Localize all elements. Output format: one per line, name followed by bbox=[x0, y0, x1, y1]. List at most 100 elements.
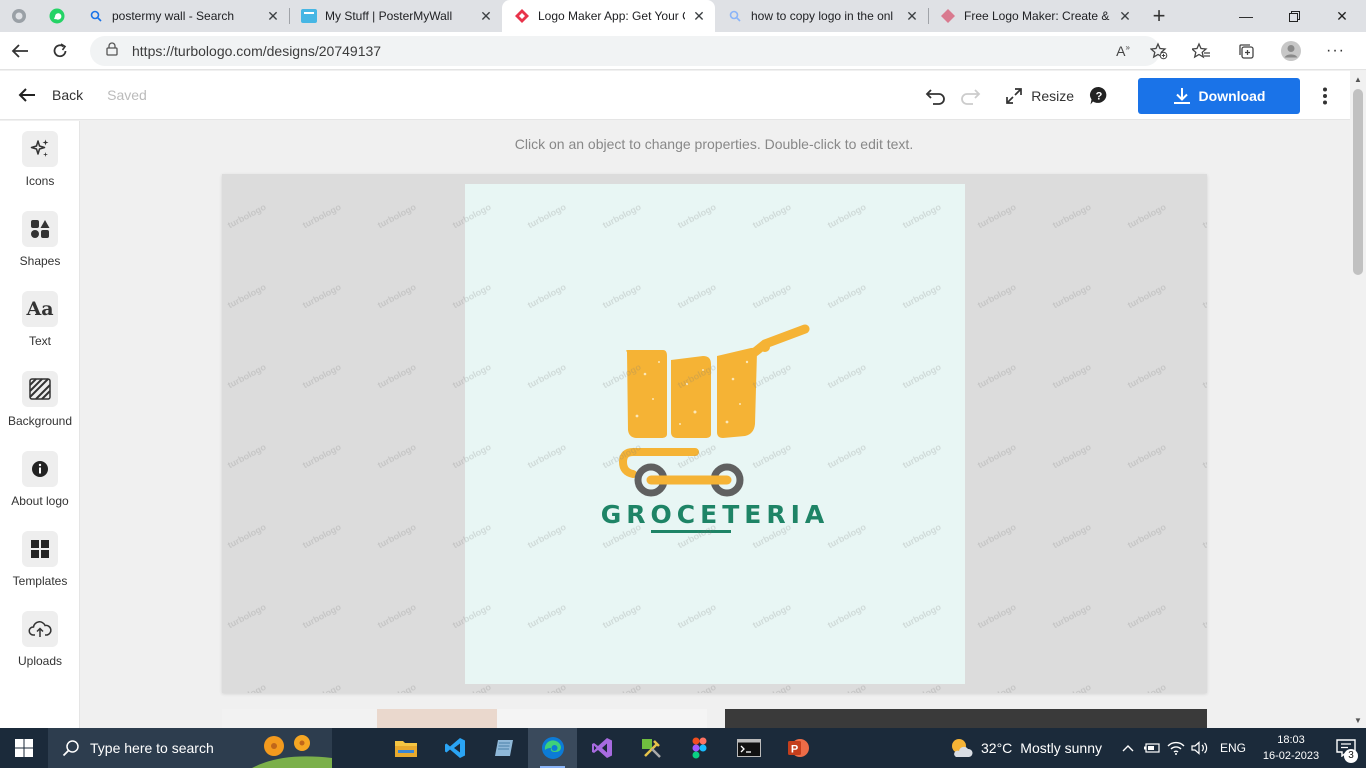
undo-icon bbox=[925, 88, 946, 105]
restore-button[interactable] bbox=[1270, 0, 1318, 32]
show-hidden-icons-chevron-icon[interactable] bbox=[1116, 744, 1140, 752]
sidebar-item-about-logo[interactable]: About logo bbox=[0, 451, 80, 508]
browser-back-button[interactable] bbox=[0, 35, 40, 67]
scroll-up-arrow[interactable]: ▲ bbox=[1350, 71, 1366, 87]
browser-tab[interactable]: how to copy logo in the onl ✕ bbox=[715, 0, 928, 32]
template-thumbnail[interactable] bbox=[725, 709, 1207, 729]
template-thumbnail[interactable] bbox=[377, 709, 497, 729]
svg-text:?: ? bbox=[1096, 90, 1103, 102]
browser-tab[interactable]: My Stuff | PosterMyWall ✕ bbox=[289, 0, 502, 32]
redo-button[interactable] bbox=[953, 87, 987, 105]
logo-underline[interactable] bbox=[651, 530, 731, 533]
taskbar-visual-studio[interactable] bbox=[577, 728, 626, 768]
more-options-button[interactable] bbox=[1300, 87, 1350, 105]
taskbar-search[interactable]: Type here to search bbox=[48, 728, 332, 768]
browser-menu-icon[interactable]: ··· bbox=[1313, 42, 1358, 60]
taskbar-edge[interactable] bbox=[528, 728, 577, 768]
page-scrollbar[interactable]: ▲ ▼ bbox=[1350, 71, 1366, 728]
sidebar-item-text[interactable]: Aa Text bbox=[0, 291, 80, 348]
template-thumbnail[interactable] bbox=[222, 709, 377, 729]
taskbar-powerpoint[interactable]: P bbox=[773, 728, 822, 768]
sidebar-item-label: Text bbox=[28, 334, 51, 348]
download-icon bbox=[1173, 87, 1190, 104]
address-bar[interactable]: https://turbologo.com/designs/20749137 bbox=[90, 35, 1160, 66]
weather-widget[interactable]: 32°C Mostly sunny bbox=[949, 737, 1102, 759]
start-button[interactable] bbox=[0, 728, 48, 768]
close-tab-icon[interactable]: ✕ bbox=[478, 8, 494, 25]
volume-icon[interactable] bbox=[1188, 741, 1212, 755]
template-thumbnail[interactable] bbox=[497, 709, 707, 729]
whatsapp-icon bbox=[49, 8, 65, 24]
favorites-icon[interactable] bbox=[1178, 42, 1223, 60]
close-tab-icon[interactable]: ✕ bbox=[265, 8, 281, 25]
svg-text:P: P bbox=[790, 744, 797, 756]
browser-tab[interactable]: postermy wall - Search ✕ bbox=[76, 0, 289, 32]
grocery-cart-logo-icon[interactable] bbox=[465, 184, 965, 684]
tab-title: Free Logo Maker: Create & bbox=[964, 9, 1110, 23]
logo-text[interactable]: GROCETERIA bbox=[465, 500, 965, 529]
sidebar-item-icons[interactable]: Icons bbox=[0, 131, 80, 188]
sidebar-item-label: Uploads bbox=[17, 654, 63, 668]
clock-date: 16-02-2023 bbox=[1262, 750, 1320, 762]
sidebar-item-templates[interactable]: Templates bbox=[0, 531, 80, 588]
search-icon bbox=[62, 740, 79, 757]
windows-logo-icon bbox=[15, 739, 33, 757]
wifi-icon[interactable] bbox=[1164, 741, 1188, 755]
add-favorite-icon[interactable] bbox=[1141, 42, 1177, 60]
refresh-button[interactable] bbox=[40, 35, 80, 67]
browser-tab-active[interactable]: Logo Maker App: Get Your C ✕ bbox=[502, 0, 715, 32]
more-vertical-icon bbox=[1323, 87, 1327, 104]
terminal-icon bbox=[736, 739, 761, 757]
templates-icon bbox=[22, 531, 58, 567]
pinned-tab-whatsapp[interactable] bbox=[38, 0, 76, 32]
partly-sunny-icon bbox=[952, 739, 973, 757]
flower-search-highlight-icon bbox=[252, 735, 332, 768]
notification-center-button[interactable]: 3 bbox=[1326, 739, 1366, 763]
close-tab-icon[interactable]: ✕ bbox=[1117, 8, 1133, 25]
lock-icon bbox=[106, 42, 118, 59]
sidebar-item-background[interactable]: Background bbox=[0, 371, 80, 428]
system-tray: 32°C Mostly sunny ENG 18:03 16-02-2023 3 bbox=[949, 728, 1366, 768]
search-icon bbox=[727, 8, 743, 24]
pinned-tab-1[interactable] bbox=[0, 0, 38, 32]
sidebar-item-shapes[interactable]: Shapes bbox=[0, 211, 80, 268]
taskbar-tools-app[interactable] bbox=[626, 728, 675, 768]
taskbar-notepad-app[interactable] bbox=[479, 728, 528, 768]
taskbar-file-explorer[interactable] bbox=[381, 728, 430, 768]
battery-icon[interactable] bbox=[1140, 742, 1164, 754]
resize-button[interactable]: Resize bbox=[1005, 87, 1074, 105]
back-button[interactable]: Back bbox=[18, 87, 83, 103]
close-tab-icon[interactable]: ✕ bbox=[904, 8, 920, 25]
profile-avatar[interactable] bbox=[1268, 40, 1313, 62]
browser-tab[interactable]: Free Logo Maker: Create & ✕ bbox=[928, 0, 1141, 32]
design-canvas[interactable]: GROCETERIA turbologo bbox=[222, 174, 1207, 693]
collections-icon[interactable] bbox=[1223, 42, 1268, 60]
taskbar-terminal[interactable] bbox=[724, 728, 773, 768]
sidebar-item-uploads[interactable]: Uploads bbox=[0, 611, 80, 668]
taskbar-figma[interactable] bbox=[675, 728, 724, 768]
scroll-down-arrow[interactable]: ▼ bbox=[1350, 712, 1366, 728]
close-window-button[interactable]: ✕ bbox=[1318, 0, 1366, 32]
close-tab-icon[interactable]: ✕ bbox=[691, 8, 707, 25]
tab-title: how to copy logo in the onl bbox=[751, 9, 894, 23]
minimize-button[interactable]: — bbox=[1222, 0, 1270, 32]
taskbar-task-view[interactable] bbox=[332, 728, 381, 768]
new-tab-button[interactable]: + bbox=[1141, 0, 1177, 32]
language-indicator[interactable]: ENG bbox=[1220, 741, 1246, 755]
download-button[interactable]: Download bbox=[1138, 77, 1300, 114]
canvas-hint: Click on an object to change properties.… bbox=[514, 136, 914, 152]
read-aloud-icon[interactable]: A» bbox=[1105, 43, 1141, 59]
help-button[interactable]: ? bbox=[1074, 86, 1124, 106]
back-label: Back bbox=[52, 87, 84, 103]
taskbar-vscode[interactable] bbox=[430, 728, 479, 768]
scrollbar-thumb[interactable] bbox=[1353, 89, 1363, 275]
browser-tab-strip: postermy wall - Search ✕ My Stuff | Post… bbox=[0, 0, 1366, 32]
powerpoint-icon: P bbox=[787, 739, 809, 757]
help-icon: ? bbox=[1090, 86, 1107, 104]
logo-design[interactable]: GROCETERIA bbox=[465, 184, 965, 684]
clock-time: 18:03 bbox=[1277, 734, 1305, 746]
undo-button[interactable] bbox=[919, 87, 953, 105]
vscode-icon bbox=[444, 738, 465, 758]
clock[interactable]: 18:03 16-02-2023 bbox=[1256, 732, 1326, 764]
edge-pinned-icon bbox=[12, 9, 26, 23]
